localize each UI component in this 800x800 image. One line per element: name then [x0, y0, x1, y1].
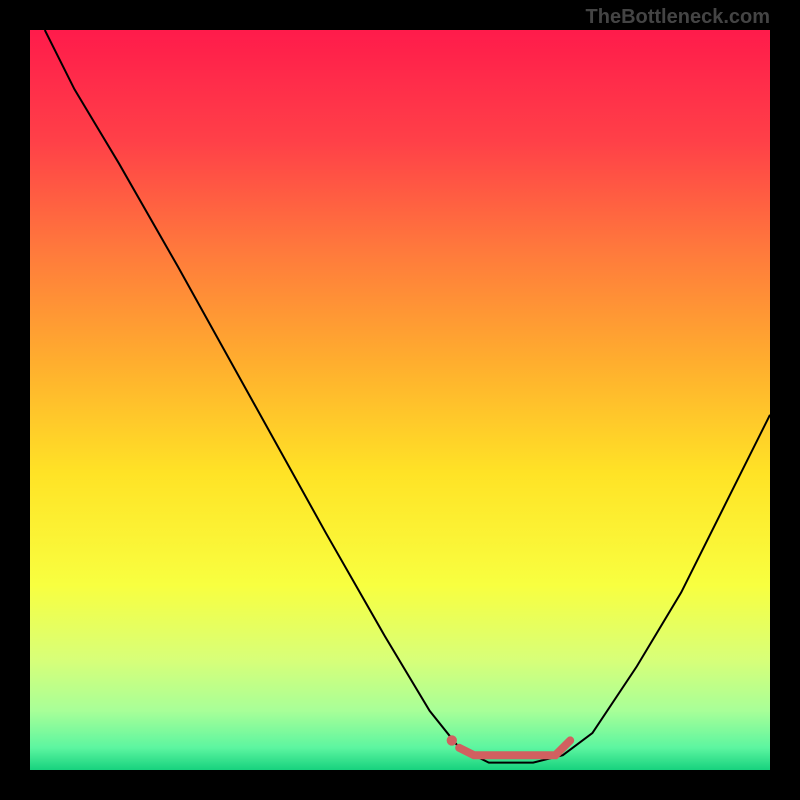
- chart-svg: [30, 30, 770, 770]
- chart-frame: TheBottleneck.com: [0, 0, 800, 800]
- watermark: TheBottleneck.com: [586, 6, 770, 29]
- plot-area: [30, 30, 770, 770]
- chart-background: [30, 30, 770, 770]
- optimal-range-dot: [447, 735, 457, 745]
